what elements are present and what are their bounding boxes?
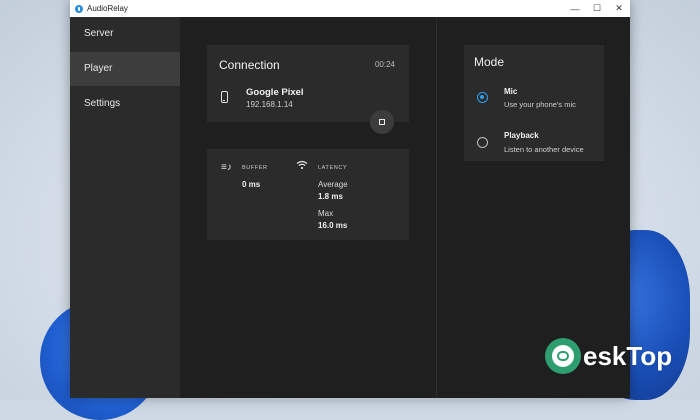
average-label: Average <box>318 180 348 189</box>
close-button[interactable]: ✕ <box>608 3 630 14</box>
buffer-value: 0 ms <box>242 180 261 189</box>
max-label: Max <box>318 209 334 218</box>
phone-icon <box>221 91 228 103</box>
player-content: Connection 00:24 Google Pixel 192.168.1.… <box>180 17 437 398</box>
sidebar: Server Player Settings <box>70 17 180 398</box>
average-value: 1.8 ms <box>318 192 343 201</box>
window-title: AudioRelay <box>87 4 128 13</box>
stop-icon <box>379 119 385 125</box>
mic-option-title[interactable]: Mic <box>504 87 517 96</box>
mode-title: Mode <box>474 55 505 69</box>
stop-button[interactable] <box>370 110 394 134</box>
watermark-logo-icon <box>545 338 581 374</box>
device-ip: 192.168.1.14 <box>246 100 293 109</box>
buffer-label: BUFFER <box>242 165 268 171</box>
watermark: eskTop <box>545 338 672 374</box>
stats-card: ≡♪ BUFFER 0 ms LATENCY Average 1.8 ms Ma… <box>207 149 409 240</box>
mic-option-desc[interactable]: Use your phone's mic <box>504 100 576 109</box>
max-value: 16.0 ms <box>318 221 348 230</box>
sidebar-item-server[interactable]: Server <box>70 17 180 51</box>
buffer-icon: ≡♪ <box>221 162 232 173</box>
playback-radio[interactable] <box>477 137 488 148</box>
sidebar-item-player[interactable]: Player <box>70 52 180 86</box>
audiorelay-app-icon <box>75 4 83 13</box>
playback-option-desc[interactable]: Listen to another device <box>504 145 584 154</box>
watermark-text: eskTop <box>583 340 673 371</box>
playback-option-title[interactable]: Playback <box>504 131 539 140</box>
device-name: Google Pixel <box>246 87 304 98</box>
wifi-icon <box>296 160 308 173</box>
maximize-button[interactable]: ☐ <box>586 3 608 14</box>
connection-timer: 00:24 <box>374 60 395 69</box>
mode-card: Mode Mic Use your phone's mic Playback L… <box>464 45 604 161</box>
connection-title: Connection <box>219 58 280 72</box>
sidebar-item-settings[interactable]: Settings <box>70 87 180 121</box>
mic-radio[interactable] <box>477 92 488 103</box>
latency-label: LATENCY <box>318 165 348 171</box>
minimize-button[interactable]: — <box>564 4 586 14</box>
title-bar[interactable]: AudioRelay — ☐ ✕ <box>70 0 630 17</box>
